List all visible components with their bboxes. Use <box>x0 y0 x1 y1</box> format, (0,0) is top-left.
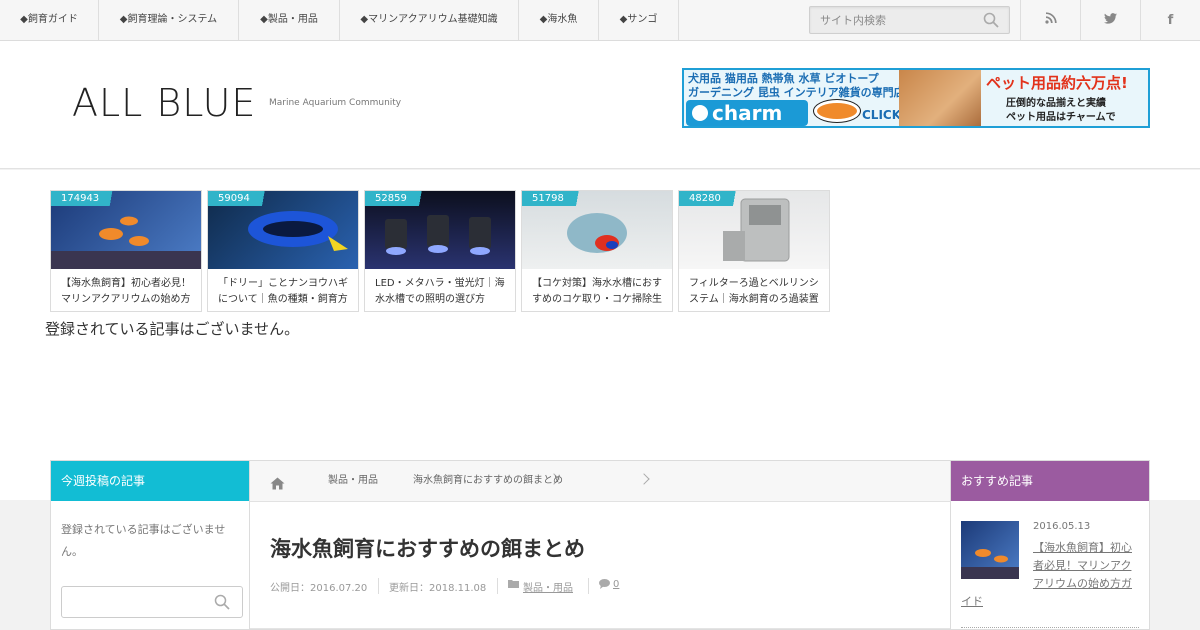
nav-item-theory[interactable]: ◆飼育理論・システム <box>99 0 239 40</box>
nav-item-guide[interactable]: ◆飼育ガイド <box>0 0 99 40</box>
post-title: 海水魚飼育におすすめの餌まとめ <box>270 537 585 561</box>
meta-divider <box>378 578 379 594</box>
recommended-title[interactable]: 【海水魚飼育】初心者必見！マリンアクアリウムの始め方ガイド <box>961 539 1133 611</box>
banner-promo-sub1: 圧倒的な品揃えと実績 <box>1006 98 1106 109</box>
main-article: 製品・用品 海水魚飼育におすすめの餌まとめ 海水魚飼育におすすめの餌まとめ 公開… <box>250 460 950 630</box>
weekly-posts-empty: 登録されている記事はございません。 <box>61 523 226 558</box>
popular-card[interactable]: 174943 【海水魚飼育】初心者必見！マリンアクアリウムの始め方 <box>50 190 202 312</box>
weekly-posts-header: 今週投稿の記事 <box>51 461 249 501</box>
pets-image <box>899 70 981 126</box>
breadcrumb-current: 海水魚飼育におすすめの餌まとめ <box>413 475 563 486</box>
search-icon[interactable] <box>983 12 999 32</box>
view-count-badge: 59094 <box>208 191 278 206</box>
popular-card[interactable]: 52859 LED・メタハラ・蛍光灯｜海水水槽での照明の選び方 <box>364 190 516 312</box>
view-count-badge: 48280 <box>679 191 749 206</box>
weekly-posts-widget: 今週投稿の記事 登録されている記事はございません。 <box>50 460 250 630</box>
card-title[interactable]: LED・メタハラ・蛍光灯｜海水水槽での照明の選び方 <box>375 276 507 308</box>
divider <box>250 628 950 629</box>
search-input[interactable] <box>810 7 975 33</box>
category-link[interactable]: 製品・用品 <box>523 583 573 594</box>
facebook-icon: f <box>1167 12 1174 28</box>
site-title[interactable]: ALL BLUE <box>72 81 256 125</box>
recommended-widget: おすすめ記事 2016.05.13 【海水魚飼育】初心者必見！マリンアクアリウム… <box>950 460 1150 630</box>
popular-card[interactable]: 51798 【コケ対策】海水水槽におすすめのコケ取り・コケ掃除生 <box>521 190 673 312</box>
clownfish-icon <box>814 100 860 122</box>
twitter-link[interactable] <box>1080 0 1140 40</box>
banner-promo-sub2: ペット用品はチャームで <box>1006 112 1116 123</box>
comment-count[interactable]: 0 <box>613 579 619 590</box>
breadcrumb-category[interactable]: 製品・用品 <box>328 461 378 501</box>
meta-divider <box>588 578 589 594</box>
home-icon[interactable] <box>270 475 285 494</box>
folder-icon <box>508 579 519 591</box>
card-title[interactable]: フィルターろ過とベルリンシステム｜海水飼育のろ過装置 <box>689 276 821 308</box>
card-title[interactable]: 【コケ対策】海水水槽におすすめのコケ取り・コケ掃除生 <box>532 276 664 308</box>
nav-item-basics[interactable]: ◆マリンアクアリウム基礎知識 <box>340 0 519 40</box>
rss-link[interactable] <box>1020 0 1080 40</box>
chevron-right-icon <box>638 473 650 485</box>
nav-item-products[interactable]: ◆製品・用品 <box>239 0 340 40</box>
top-nav: ◆飼育ガイド ◆飼育理論・システム ◆製品・用品 ◆マリンアクアリウム基礎知識 … <box>0 0 1200 41</box>
search-icon[interactable] <box>214 594 230 614</box>
charm-logo: charm <box>686 100 808 126</box>
view-count-badge: 174943 <box>51 191 128 206</box>
nav-item-fish[interactable]: ◆海水魚 <box>519 0 599 40</box>
divider <box>961 627 1139 628</box>
nav-item-coral[interactable]: ◆サンゴ <box>599 0 679 40</box>
rss-icon <box>1044 12 1057 28</box>
updated-date: 更新日：2018.11.08 <box>389 583 487 594</box>
meta-divider <box>497 578 498 594</box>
sidebar-search-input[interactable] <box>61 586 243 618</box>
popular-card[interactable]: 48280 フィルターろ過とベルリンシステム｜海水飼育のろ過装置 <box>678 190 830 312</box>
card-title[interactable]: 【海水魚飼育】初心者必見！マリンアクアリウムの始め方 <box>61 276 193 308</box>
banner-line2: ガーデニング 昆虫 インテリア雑貨の専門店 <box>688 86 905 99</box>
recommended-date: 2016.05.13 <box>1033 521 1091 532</box>
recommended-header: おすすめ記事 <box>951 461 1149 501</box>
banner-promo-main: ペット用品約六万点! <box>986 74 1128 92</box>
post-category-link[interactable]: 製品・用品 <box>523 579 573 594</box>
facebook-link[interactable]: f <box>1140 0 1200 40</box>
site-description: Marine Aquarium Community <box>269 98 402 108</box>
popular-card[interactable]: 59094 「ドリー」ことナンヨウハギについて｜魚の種類・飼育方 <box>207 190 359 312</box>
no-posts-message: 登録されている記事はございません。 <box>45 320 300 338</box>
card-title[interactable]: 「ドリー」ことナンヨウハギについて｜魚の種類・飼育方 <box>218 276 350 308</box>
view-count-badge: 52859 <box>365 191 435 206</box>
view-count-badge: 51798 <box>522 191 592 206</box>
breadcrumb: 製品・用品 海水魚飼育におすすめの餌まとめ <box>250 461 950 502</box>
comment-icon <box>599 579 610 592</box>
site-search <box>809 6 1010 34</box>
twitter-icon <box>1104 12 1117 28</box>
comment-count-link[interactable]: 0 <box>613 579 619 590</box>
published-date: 公開日：2016.07.20 <box>270 583 368 594</box>
site-header: ALL BLUE Marine Aquarium Community 犬用品 猫… <box>0 41 1200 169</box>
charm-banner-ad[interactable]: 犬用品 猫用品 熱帯魚 水草 ビオトープ ガーデニング 昆虫 インテリア雑貨の専… <box>682 68 1150 128</box>
